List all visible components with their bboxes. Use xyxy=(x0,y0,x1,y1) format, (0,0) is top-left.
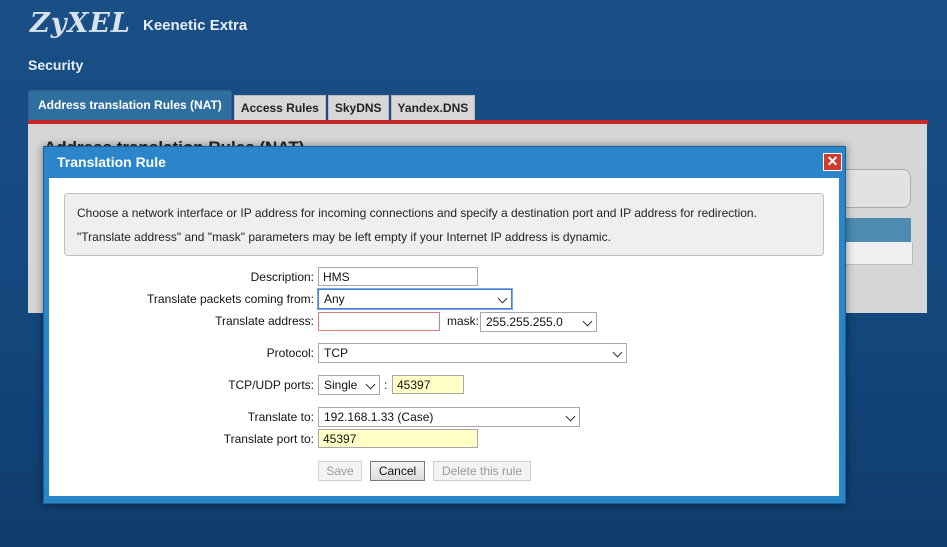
translate-to-value: 192.168.1.33 (Case) xyxy=(324,410,434,424)
translate-address-field[interactable] xyxy=(318,312,440,331)
mask-select[interactable]: 255.255.255.0 xyxy=(480,312,597,332)
background-box xyxy=(838,169,911,208)
info-text-line-2: "Translate address" and "mask" parameter… xyxy=(77,230,611,244)
dialog-body: Choose a network interface or IP address… xyxy=(49,178,839,496)
info-box: Choose a network interface or IP address… xyxy=(64,193,824,256)
delete-rule-button[interactable]: Delete this rule xyxy=(433,461,531,481)
translate-port-field[interactable]: 45397 xyxy=(318,429,478,448)
tab-bar: Address translation Rules (NAT) Access R… xyxy=(28,90,477,120)
translate-to-select[interactable]: 192.168.1.33 (Case) xyxy=(318,407,580,427)
brand-logo: ZyXEL xyxy=(30,8,131,39)
ports-mode-value: Single xyxy=(324,378,358,392)
from-select[interactable]: Any xyxy=(318,289,512,309)
page-section-title: Security xyxy=(28,57,84,73)
tab-access-rules[interactable]: Access Rules xyxy=(233,95,326,120)
save-button[interactable]: Save xyxy=(318,461,362,481)
chevron-down-icon xyxy=(497,293,508,304)
tab-yandex-dns[interactable]: Yandex.DNS xyxy=(390,95,476,120)
from-select-value: Any xyxy=(324,292,345,306)
translate-port-label: Translate port to: xyxy=(223,432,314,446)
from-label: Translate packets coming from: xyxy=(147,292,314,306)
address-label: Translate address: xyxy=(215,314,314,328)
ports-mode-select[interactable]: Single xyxy=(318,375,380,395)
description-label: Description: xyxy=(250,270,314,284)
mask-select-value: 255.255.255.0 xyxy=(486,315,563,329)
description-field[interactable]: HMS xyxy=(318,267,478,286)
tab-nat[interactable]: Address translation Rules (NAT) xyxy=(28,90,232,120)
chevron-down-icon xyxy=(582,316,593,327)
chevron-down-icon xyxy=(565,411,576,422)
protocol-select[interactable]: TCP xyxy=(318,343,627,363)
ports-label: TCP/UDP ports: xyxy=(228,378,314,392)
chevron-down-icon xyxy=(365,379,376,390)
background-table-header xyxy=(840,218,911,242)
tab-skydns[interactable]: SkyDNS xyxy=(327,95,389,120)
translation-rule-dialog: Translation Rule ✕ Choose a network inte… xyxy=(43,146,846,504)
protocol-select-value: TCP xyxy=(324,346,348,360)
ports-field[interactable]: 45397 xyxy=(392,375,464,394)
ports-separator: : xyxy=(384,378,388,392)
translate-to-label: Translate to: xyxy=(247,410,314,424)
dialog-title: Translation Rule xyxy=(57,154,166,170)
product-name: Keenetic Extra xyxy=(143,17,248,34)
chevron-down-icon xyxy=(612,347,623,358)
background-table-row xyxy=(840,242,913,265)
info-text-line-1: Choose a network interface or IP address… xyxy=(77,206,757,220)
protocol-label: Protocol: xyxy=(266,346,314,360)
mask-label: mask: xyxy=(447,314,480,328)
close-icon[interactable]: ✕ xyxy=(823,153,842,171)
cancel-button[interactable]: Cancel xyxy=(370,461,425,481)
